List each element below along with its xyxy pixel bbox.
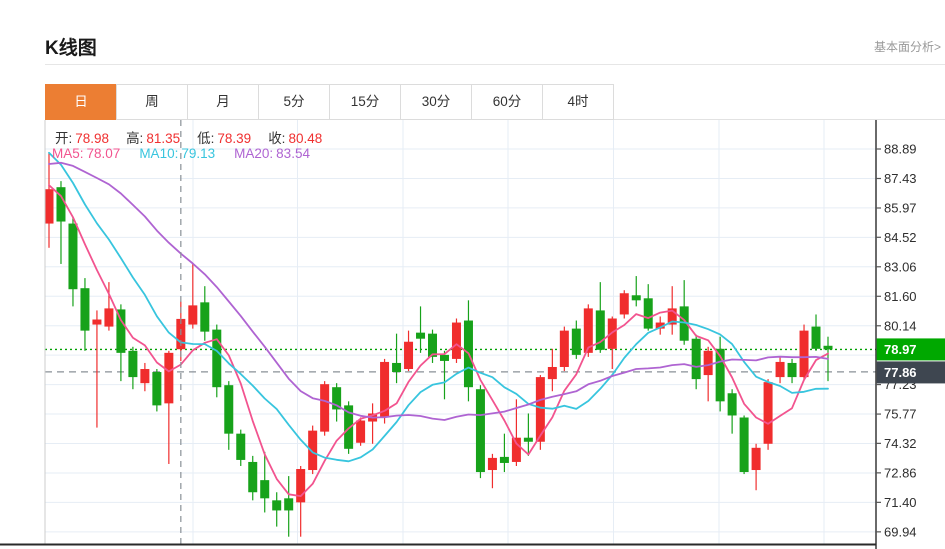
candle-body[interactable] [728,393,737,415]
candle-body[interactable] [704,351,713,375]
candle-body[interactable] [776,362,785,377]
candle-body[interactable] [740,418,749,473]
kline-chart[interactable]: 88.8987.4385.9784.5283.0681.6080.1477.23… [0,0,945,549]
candle-body[interactable] [476,389,485,472]
candle-body[interactable] [45,189,54,223]
y-tick-label: 81.60 [884,289,917,304]
tab-period-1[interactable]: 周 [116,84,188,120]
ohlc-item-0: 开:78.98 [55,131,109,146]
candle-body[interactable] [823,346,832,350]
candle-body[interactable] [80,288,89,330]
fundamental-analysis-link[interactable]: 基本面分析> [874,38,941,55]
ohlc-legend: 开:78.98 高:81.35 低:78.39 收:80.48 [55,127,339,147]
candle-body[interactable] [104,308,113,326]
candle-body[interactable] [284,498,293,510]
candle-body[interactable] [608,319,617,349]
page-title: K线图 [45,33,97,60]
candle-body[interactable] [296,469,305,502]
ma-legend: MA5:78.07 MA10:79.13 MA20:83.54 [52,146,329,161]
ma10-line [49,153,828,462]
candle-body[interactable] [572,329,581,355]
period-tab-bar: 日周月5分15分30分60分4时 [45,84,614,120]
candle-body[interactable] [812,327,821,349]
candle-body[interactable] [260,480,269,498]
tab-period-4[interactable]: 15分 [329,84,401,120]
candle-body[interactable] [212,330,221,388]
candle-body[interactable] [272,500,281,510]
candle-body[interactable] [512,438,521,462]
candle-body[interactable] [500,457,509,463]
ohlc-item-3: 收:80.48 [268,131,322,146]
ma5-line [49,185,828,496]
candle-body[interactable] [224,385,233,433]
header-divider [45,64,945,65]
candle-body[interactable] [788,363,797,377]
y-tick-label: 80.14 [884,318,917,333]
candle-body[interactable] [416,333,425,339]
tab-period-3[interactable]: 5分 [258,84,330,120]
candle-body[interactable] [236,434,245,460]
y-tick-label: 84.52 [884,230,917,245]
candle-body[interactable] [764,382,773,444]
candle-body[interactable] [548,367,557,379]
candle-body[interactable] [488,458,497,470]
candle-body[interactable] [248,462,257,492]
y-tick-label: 72.86 [884,465,917,480]
y-tick-label: 71.40 [884,495,917,510]
ma-item-2: MA20:83.54 [234,146,310,161]
last-price-badge-label: 78.97 [884,342,917,357]
candle-body[interactable] [128,351,137,377]
ma-item-0: MA5:78.07 [52,146,120,161]
ohlc-item-1: 高:81.35 [126,131,180,146]
candle-body[interactable] [644,298,653,328]
y-tick-label: 83.06 [884,259,917,274]
y-tick-label: 88.89 [884,142,917,157]
candle-body[interactable] [452,323,461,359]
candle-body[interactable] [320,384,329,431]
candle-body[interactable] [440,355,449,361]
tab-period-7[interactable]: 4时 [542,84,614,120]
y-tick-label: 75.77 [884,407,917,422]
candle-body[interactable] [752,448,761,470]
candle-body[interactable] [92,320,101,325]
kline-widget: 88.8987.4385.9784.5283.0681.6080.1477.23… [0,0,945,549]
candle-body[interactable] [200,302,209,331]
candle-body[interactable] [140,369,149,383]
y-tick-label: 69.94 [884,524,917,539]
candle-body[interactable] [692,339,701,379]
candle-body[interactable] [164,353,173,404]
tab-period-5[interactable]: 30分 [400,84,472,120]
tab-period-0[interactable]: 日 [45,84,117,120]
y-tick-label: 74.32 [884,436,917,451]
candle-body[interactable] [404,342,413,369]
tab-period-6[interactable]: 60分 [471,84,543,120]
ohlc-item-2: 低:78.39 [197,131,251,146]
candle-body[interactable] [800,331,809,377]
y-tick-label: 87.43 [884,171,917,186]
candle-body[interactable] [620,293,629,314]
candle-body[interactable] [392,363,401,372]
candle-body[interactable] [524,438,533,442]
candle-body[interactable] [188,305,197,324]
reference-price-badge-label: 77.86 [884,365,917,380]
candle-body[interactable] [356,421,365,443]
y-tick-label: 85.97 [884,200,917,215]
candle-body[interactable] [560,331,569,367]
tab-period-2[interactable]: 月 [187,84,259,120]
candle-body[interactable] [116,309,125,352]
ma-item-1: MA10:79.13 [139,146,215,161]
candle-body[interactable] [68,224,77,290]
candle-body[interactable] [152,372,161,405]
candle-body[interactable] [632,295,641,300]
